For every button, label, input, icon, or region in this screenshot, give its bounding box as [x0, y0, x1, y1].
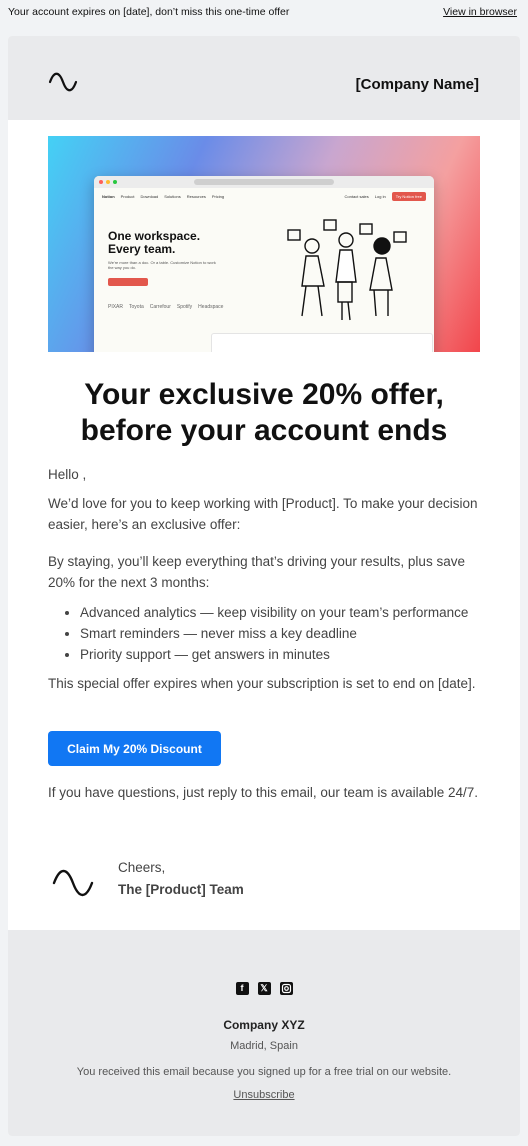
claim-discount-button[interactable]: Claim My 20% Discount	[48, 731, 221, 766]
view-in-browser-link[interactable]: View in browser	[443, 6, 517, 18]
company-name: [Company Name]	[355, 76, 479, 93]
body-paragraph-4: If you have questions, just reply to thi…	[48, 785, 478, 800]
browser-nav: Notion Product Download Solutions Resour…	[94, 188, 434, 204]
browser-nav-item: Download	[140, 193, 159, 199]
wave-logo-icon	[52, 869, 94, 897]
list-item: Advanced analytics — keep visibility on …	[80, 602, 520, 623]
people-illustration	[287, 219, 407, 321]
body-paragraph-3: This special offer expires when your sub…	[48, 676, 476, 691]
signature-cheers: Cheers,	[118, 860, 166, 875]
body-paragraph-1: We’d love for you to keep working with […	[48, 496, 478, 532]
footer-location: Madrid, Spain	[230, 1040, 298, 1052]
instagram-icon[interactable]	[279, 982, 293, 995]
browser-nav-cta: Try Notion free	[391, 191, 426, 201]
preheader-text: Your account expires on [date], don’t mi…	[8, 6, 290, 18]
hero-image: Notion Product Download Solutions Resour…	[48, 136, 480, 352]
browser-subtext: We're more than a doc. Or a table. Custo…	[108, 260, 216, 270]
list-item: Priority support — get answers in minute…	[80, 644, 520, 665]
browser-mockup: Notion Product Download Solutions Resour…	[94, 176, 434, 352]
facebook-icon[interactable]: f	[235, 982, 249, 995]
browser-brand: Notion	[102, 193, 115, 199]
x-icon[interactable]: 𝕏	[257, 982, 271, 995]
preheader: Your account expires on [date], don’t mi…	[0, 0, 528, 24]
browser-nav-item: Product	[120, 193, 135, 199]
browser-titlebar	[94, 176, 434, 188]
footer-company: Company XYZ	[223, 1018, 305, 1032]
headline: Your exclusive 20% offer, before your ac…	[80, 378, 448, 447]
email-header: [Company Name]	[8, 36, 520, 120]
browser-nav-item: Log in	[374, 193, 386, 199]
list-item: Smart reminders — never miss a key deadl…	[80, 623, 520, 644]
footer-note: You received this email because you sign…	[76, 1066, 452, 1078]
email-card: [Company Name] Notion Product Download S…	[8, 36, 520, 1136]
social-links: f 𝕏	[8, 982, 520, 995]
wave-logo-icon	[48, 72, 78, 92]
email-footer: f 𝕏 Company XYZ Madrid, Spain You receiv…	[8, 930, 520, 1136]
body-paragraph-2: By staying, you’ll keep everything that’…	[48, 554, 465, 590]
browser-nav-item: Contact sales	[344, 193, 369, 199]
browser-headline: One workspace. Every team.	[108, 229, 201, 256]
browser-nav-item: Pricing	[211, 193, 225, 199]
browser-url-bar	[194, 179, 334, 185]
inner-window-mockup	[211, 333, 433, 352]
unsubscribe-link[interactable]: Unsubscribe	[8, 1089, 520, 1101]
browser-nav-item: Resources	[186, 193, 206, 199]
browser-cta	[108, 278, 148, 286]
greeting: Hello ,	[48, 467, 87, 482]
signature-team: The [Product] Team	[118, 882, 244, 897]
browser-nav-item: Solutions	[164, 193, 181, 199]
benefits-list: Advanced analytics — keep visibility on …	[48, 602, 520, 665]
browser-logos: PIXAR Toyota Carrefour Spotify Headspace	[108, 304, 224, 310]
